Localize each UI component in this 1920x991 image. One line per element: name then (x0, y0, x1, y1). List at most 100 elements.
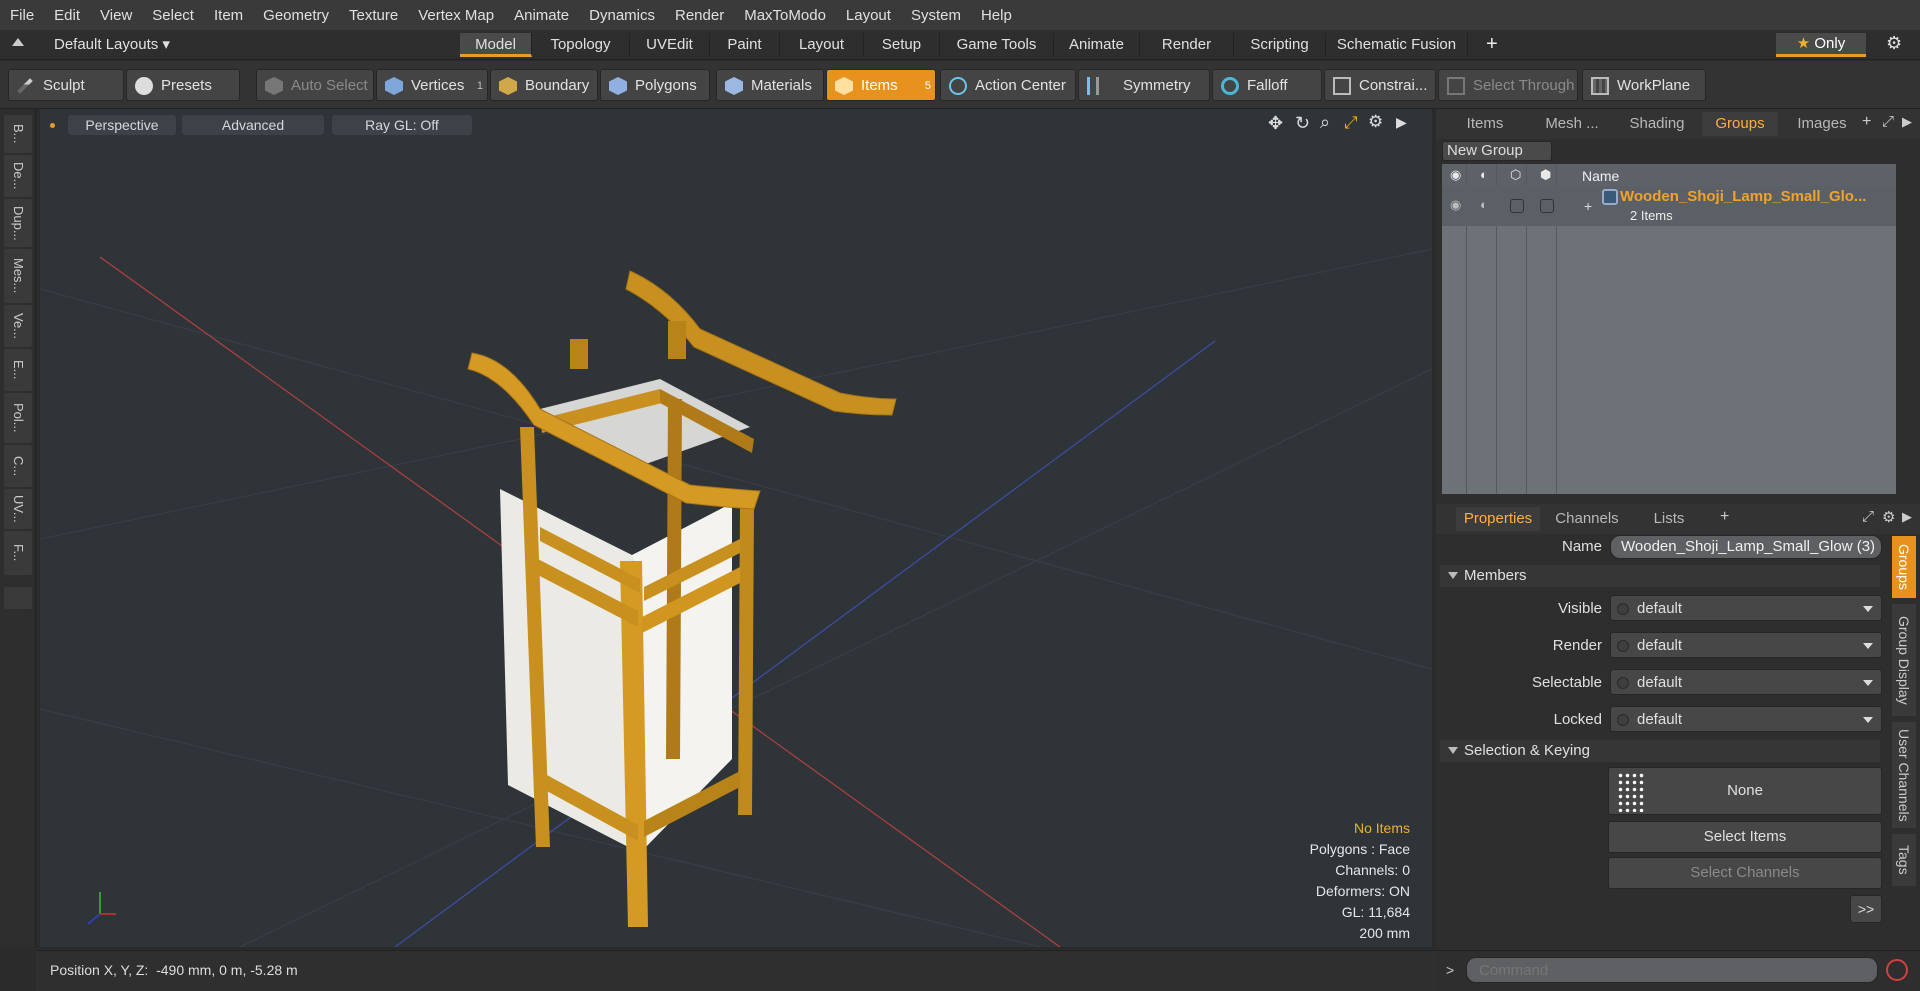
zoom-view-icon[interactable]: ⌕ (1320, 112, 1330, 133)
keying-none-button[interactable]: None (1608, 767, 1882, 815)
menu-edit[interactable]: Edit (44, 7, 90, 24)
group-row[interactable]: ◉ ◐ + Wooden_Shoji_Lamp_Small_Glo... 2 I… (1442, 186, 1896, 226)
left-tab-1[interactable]: De... (4, 155, 32, 197)
name-field[interactable]: Wooden_Shoji_Lamp_Small_Glow (3) (1610, 535, 1882, 559)
symmetry-button[interactable]: Symmetry (1078, 69, 1210, 101)
prop-tab-lists[interactable]: Lists (1634, 507, 1704, 531)
side-tab-user-channels[interactable]: User Channels (1892, 722, 1916, 828)
select-through-button[interactable]: Select Through (1438, 69, 1578, 101)
select-column-icon[interactable]: ⬡ (1510, 167, 1521, 183)
panel-tab-groups[interactable]: Groups (1702, 112, 1778, 136)
menu-texture[interactable]: Texture (339, 7, 408, 24)
expand-prop-icon[interactable]: ⤢ (1862, 508, 1874, 525)
panel-more-icon[interactable]: ▶ (1902, 114, 1912, 130)
vertices-button[interactable]: Vertices 1 (376, 69, 488, 101)
select-channels-button[interactable]: Select Channels (1608, 857, 1882, 889)
menu-render[interactable]: Render (665, 7, 734, 24)
menu-vertex-map[interactable]: Vertex Map (408, 7, 504, 24)
add-tab-icon[interactable]: + (1862, 113, 1871, 131)
move-view-icon[interactable]: ✥ (1268, 113, 1283, 134)
render-toggle-icon[interactable]: ◐ (1480, 197, 1488, 212)
left-tab-0[interactable]: B... (4, 115, 32, 153)
layout-selector[interactable]: Default Layouts ▾ (54, 35, 170, 53)
fit-view-icon[interactable]: ⤢ (1344, 113, 1358, 133)
more-button[interactable]: >> (1850, 895, 1882, 923)
gear-icon[interactable]: ⚙ (1886, 33, 1902, 54)
new-group-button[interactable]: New Group (1442, 141, 1552, 161)
left-strip-button[interactable] (4, 587, 32, 609)
channel-dot-icon[interactable] (1617, 677, 1629, 689)
channel-dot-icon[interactable] (1617, 714, 1629, 726)
record-icon[interactable] (1886, 959, 1908, 981)
group-name[interactable]: Wooden_Shoji_Lamp_Small_Glo... (1620, 188, 1866, 205)
channel-dot-icon[interactable] (1617, 603, 1629, 615)
menu-dynamics[interactable]: Dynamics (579, 7, 665, 24)
expand-plus-icon[interactable]: + (1584, 198, 1592, 214)
tab-setup[interactable]: Setup (864, 33, 940, 57)
polygons-button[interactable]: Polygons (600, 69, 710, 101)
left-tab-4[interactable]: Ve... (4, 305, 32, 347)
members-section[interactable]: Members (1440, 565, 1880, 587)
panel-tab-mesh[interactable]: Mesh ... (1534, 112, 1610, 136)
expand-panel-icon[interactable]: ⤢ (1882, 113, 1894, 130)
workplane-button[interactable]: WorkPlane (1582, 69, 1706, 101)
action-center-button[interactable]: Action Center (940, 69, 1076, 101)
menu-file[interactable]: File (0, 7, 44, 24)
rotate-view-icon[interactable]: ↻ (1295, 113, 1310, 134)
menu-item[interactable]: Item (204, 7, 253, 24)
tab-topology[interactable]: Topology (532, 33, 630, 57)
sculpt-button[interactable]: Sculpt (8, 69, 124, 101)
render-column-icon[interactable]: ◐ (1480, 167, 1488, 182)
side-tab-group-display[interactable]: Group Display (1892, 604, 1916, 716)
left-tab-7[interactable]: C... (4, 445, 32, 487)
menu-maxtomodo[interactable]: MaxToModo (734, 7, 836, 24)
tab-layout[interactable]: Layout (780, 33, 864, 57)
boundary-button[interactable]: Boundary (490, 69, 598, 101)
menu-geometry[interactable]: Geometry (253, 7, 339, 24)
constraints-button[interactable]: Constrai... (1324, 69, 1436, 101)
lock-column-icon[interactable]: ⬢ (1540, 167, 1551, 183)
panel-tab-images[interactable]: Images (1784, 112, 1860, 136)
side-tab-groups[interactable]: Groups (1892, 536, 1916, 598)
only-toggle[interactable]: ★ Only (1776, 33, 1866, 57)
render-dropdown[interactable]: default (1610, 632, 1882, 658)
viewport-settings-icon[interactable]: ⚙ (1368, 112, 1383, 132)
tab-render[interactable]: Render (1140, 33, 1234, 57)
command-input[interactable] (1466, 957, 1878, 983)
tab-scripting[interactable]: Scripting (1234, 33, 1326, 57)
visible-dropdown[interactable]: default (1610, 595, 1882, 621)
menu-help[interactable]: Help (971, 7, 1022, 24)
menu-layout[interactable]: Layout (836, 7, 901, 24)
left-tab-3[interactable]: Mes... (4, 249, 32, 303)
presets-button[interactable]: Presets (126, 69, 240, 101)
items-button[interactable]: Items 5 (826, 69, 936, 101)
visibility-column-icon[interactable]: ◉ (1450, 167, 1461, 183)
eye-icon[interactable]: ◉ (1450, 197, 1461, 213)
left-tab-9[interactable]: F... (4, 531, 32, 575)
left-tab-6[interactable]: Pol... (4, 393, 32, 443)
advanced-button[interactable]: Advanced (182, 115, 324, 135)
prop-more-icon[interactable]: ▶ (1902, 509, 1912, 525)
left-tab-5[interactable]: E... (4, 349, 32, 391)
menu-select[interactable]: Select (142, 7, 204, 24)
side-tab-tags[interactable]: Tags (1892, 834, 1916, 886)
selectable-dropdown[interactable]: default (1610, 669, 1882, 695)
falloff-button[interactable]: Falloff (1212, 69, 1322, 101)
panel-tab-shading[interactable]: Shading (1620, 112, 1694, 136)
menu-system[interactable]: System (901, 7, 971, 24)
tab-schematic-fusion[interactable]: Schematic Fusion (1326, 33, 1468, 57)
selection-keying-section[interactable]: Selection & Keying (1440, 740, 1880, 762)
prop-settings-icon[interactable]: ⚙ (1882, 508, 1895, 526)
tab-paint[interactable]: Paint (710, 33, 780, 57)
menu-view[interactable]: View (90, 7, 142, 24)
lock-checkbox[interactable] (1540, 199, 1554, 213)
3d-viewport[interactable]: Perspective Advanced Ray GL: Off ✥ ↻ ⌕ ⤢… (40, 109, 1432, 947)
perspective-button[interactable]: Perspective (68, 115, 176, 135)
raygl-button[interactable]: Ray GL: Off (332, 115, 472, 135)
left-tab-2[interactable]: Dup... (4, 199, 32, 247)
prop-tab-channels[interactable]: Channels (1548, 507, 1626, 531)
select-checkbox[interactable] (1510, 199, 1524, 213)
tab-animate[interactable]: Animate (1054, 33, 1140, 57)
tab-model[interactable]: Model (460, 33, 532, 57)
add-tab-icon[interactable]: + (1486, 33, 1498, 56)
